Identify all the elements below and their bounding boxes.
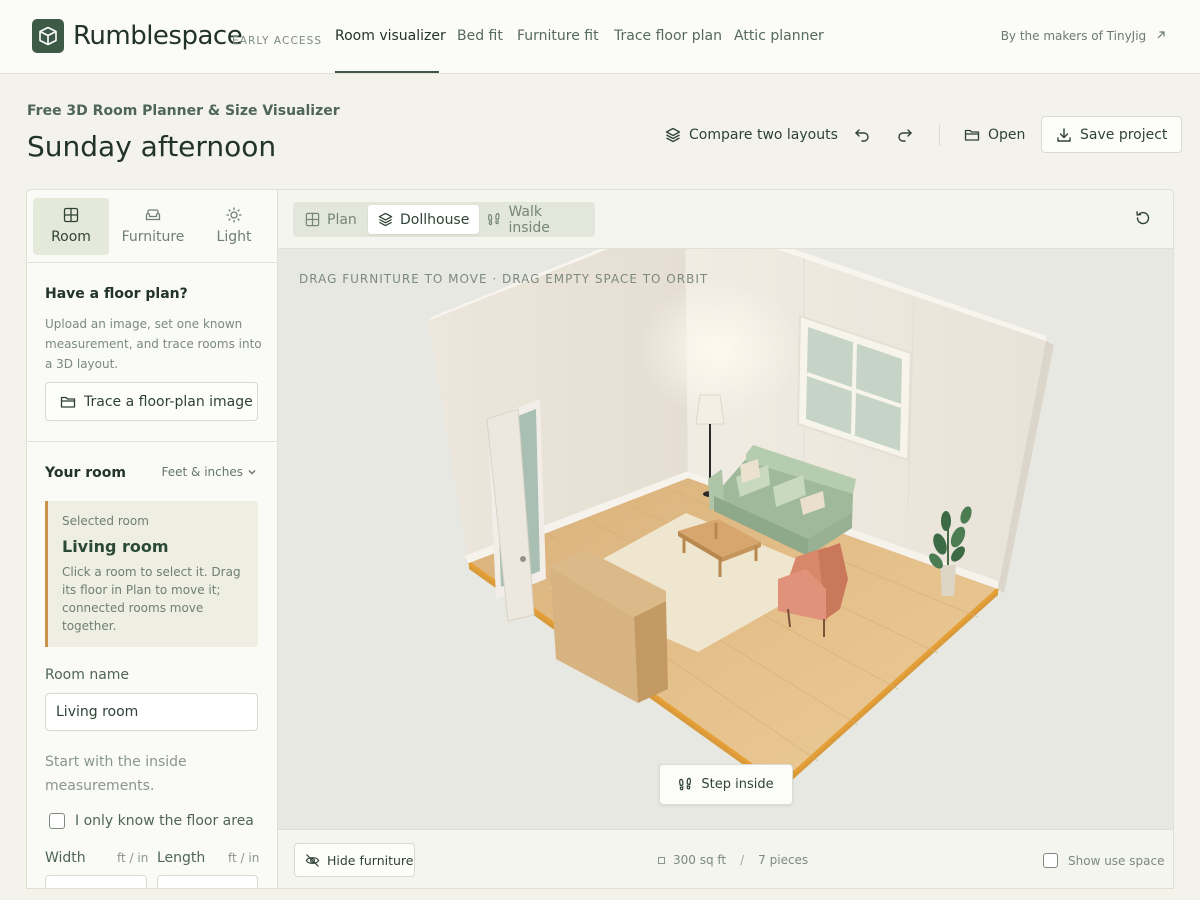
selected-room-name: Living room: [62, 537, 169, 556]
redo-button[interactable]: [889, 116, 921, 153]
compare-layouts-button[interactable]: Compare two layouts: [657, 116, 846, 153]
floorplan-heading: Have a floor plan?: [45, 286, 188, 302]
inside-measurements-text: Start with the inside measurements.: [45, 754, 187, 794]
viewer-hint: DRAG FURNITURE TO MOVE · DRAG EMPTY SPAC…: [299, 272, 709, 286]
selected-room-description: Click a room to select it. Drag its floo…: [62, 565, 241, 633]
undo-button[interactable]: [846, 116, 878, 153]
selected-room-label: Selected room: [62, 514, 149, 528]
mode-walk-inside-button[interactable]: Walk inside: [477, 203, 595, 236]
nav-attic-planner[interactable]: Attic planner: [734, 28, 824, 44]
trace-floorplan-button[interactable]: Trace a floor-plan image: [45, 382, 258, 421]
tab-furniture[interactable]: Furniture: [115, 198, 191, 255]
undo-icon: [855, 128, 869, 142]
your-room-heading: Your room: [45, 465, 126, 481]
folder-icon: [60, 396, 76, 408]
viewer-toolbar: Plan Dollhouse Walk inside: [278, 190, 1173, 249]
show-use-space-label: Show use space: [1068, 854, 1165, 868]
footprints-icon: [488, 213, 500, 226]
nav-room-visualizer[interactable]: Room visualizer: [335, 28, 446, 44]
header-divider: [939, 124, 940, 146]
reset-view-button[interactable]: [1135, 210, 1151, 230]
layers-icon: [378, 212, 393, 227]
piece-count: 7 pieces: [758, 853, 809, 867]
sun-icon: [226, 207, 242, 223]
units-value: Feet & inches: [161, 465, 243, 479]
hide-furniture-label: Hide furniture: [327, 852, 414, 868]
tab-light[interactable]: Light: [196, 198, 272, 255]
room-name-input[interactable]: [45, 693, 258, 731]
open-label: Open: [988, 126, 1026, 143]
save-project-button[interactable]: Save project: [1041, 116, 1183, 153]
length-input[interactable]: [157, 875, 258, 888]
settings-panel: Room Furniture Light Have a floor plan? …: [26, 189, 277, 889]
brand-name[interactable]: Rumblespace: [73, 21, 243, 51]
grid-icon: [63, 207, 79, 223]
compare-layouts-label: Compare two layouts: [689, 126, 838, 143]
mode-dollhouse-button[interactable]: Dollhouse: [368, 205, 480, 234]
units-dropdown[interactable]: Feet & inches: [162, 465, 257, 479]
layers-icon: [665, 127, 681, 142]
footprints-icon: [679, 777, 692, 791]
room-name-label: Room name: [45, 667, 130, 683]
redo-icon: [898, 128, 912, 142]
area-square-icon: [658, 856, 665, 864]
sofa-icon: [145, 209, 161, 221]
width-label: Width: [45, 850, 86, 866]
floor-area-checkbox[interactable]: [49, 813, 65, 829]
grid-icon: [305, 212, 320, 227]
mode-plan-button[interactable]: Plan: [295, 205, 367, 234]
chevron-down-icon: [248, 470, 256, 475]
step-inside-label: Step inside: [701, 777, 774, 792]
external-arrow-icon: [1157, 31, 1165, 39]
folder-icon: [964, 129, 980, 141]
step-inside-button[interactable]: Step inside: [659, 764, 793, 805]
tab-furniture-label: Furniture: [121, 229, 185, 245]
selected-room-card: Selected room Living room Click a room t…: [45, 501, 258, 647]
tab-room[interactable]: Room: [33, 198, 109, 255]
length-unit: ft / in: [228, 851, 260, 865]
tab-light-label: Light: [216, 229, 252, 245]
mode-dollhouse-label: Dollhouse: [400, 211, 470, 228]
trace-floorplan-label: Trace a floor-plan image: [84, 393, 253, 410]
width-unit: ft / in: [117, 851, 149, 865]
dollhouse-3d-scene[interactable]: [278, 249, 1174, 829]
save-project-label: Save project: [1080, 126, 1168, 143]
active-nav-indicator: [335, 71, 439, 73]
logo-cube-icon[interactable]: [32, 19, 64, 53]
makers-link[interactable]: By the makers of TinyJig: [1001, 29, 1166, 43]
section-divider: [27, 441, 277, 442]
reset-rotate-icon: [1136, 211, 1150, 225]
length-label: Length: [157, 850, 206, 866]
stats-separator: /: [740, 853, 745, 867]
mode-plan-label: Plan: [327, 211, 357, 228]
page-subtitle: Free 3D Room Planner & Size Visualizer: [27, 103, 340, 119]
top-navigation: Rumblespace EARLY ACCESS Room visualizer…: [0, 0, 1200, 74]
room-stats: 300 sq ft / 7 pieces: [658, 853, 808, 867]
width-input[interactable]: [45, 875, 147, 888]
tabs-divider: [27, 262, 277, 263]
project-title[interactable]: Sunday afternoon: [27, 130, 276, 163]
floor-area-label: I only know the floor area: [75, 813, 254, 829]
early-access-badge: EARLY ACCESS: [232, 35, 323, 47]
tab-room-label: Room: [51, 229, 91, 245]
nav-furniture-fit[interactable]: Furniture fit: [517, 28, 599, 44]
mode-walk-inside-label: Walk inside: [508, 203, 550, 236]
view-mode-switcher: Plan Dollhouse Walk inside: [293, 202, 595, 237]
eye-off-icon: [305, 853, 320, 867]
nav-bed-fit[interactable]: Bed fit: [457, 28, 503, 44]
nav-trace-floor-plan[interactable]: Trace floor plan: [614, 28, 722, 44]
room-area: 300 sq ft: [673, 853, 727, 867]
show-use-space-checkbox[interactable]: [1043, 853, 1058, 868]
viewer-footer: Hide furniture 300 sq ft / 7 pieces Show…: [278, 829, 1173, 888]
floorplan-description: Upload an image, set one known measureme…: [45, 317, 262, 371]
download-icon: [1057, 127, 1071, 142]
room-viewer: Plan Dollhouse Walk inside DRAG FURNITUR…: [277, 189, 1174, 889]
open-button[interactable]: Open: [956, 116, 1033, 153]
makers-link-label: By the makers of TinyJig: [1000, 29, 1147, 43]
hide-furniture-button[interactable]: Hide furniture: [294, 843, 415, 877]
